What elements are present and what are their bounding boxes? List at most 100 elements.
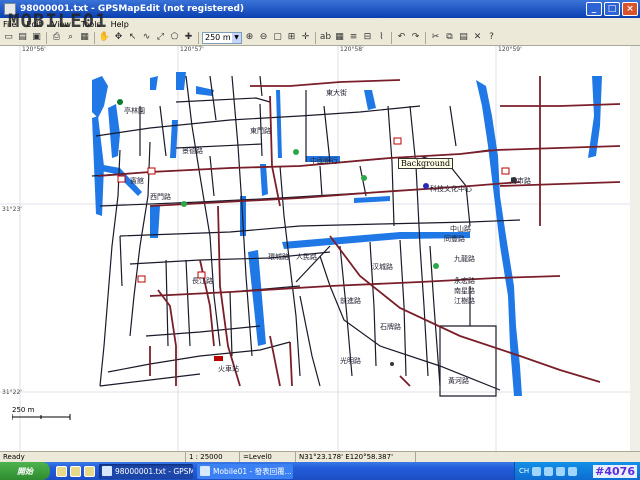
scale-bar-graphic <box>12 414 71 420</box>
print-preview-icon[interactable]: ⌕ <box>64 31 77 44</box>
minimize-button[interactable]: _ <box>586 2 602 16</box>
windows-taskbar: 開始 98000001.txt - GPSM... Mobile01 - 發表回… <box>0 462 640 480</box>
print-icon[interactable]: ⎙ <box>50 31 63 44</box>
select-arrow-icon[interactable]: ↖ <box>126 31 139 44</box>
polyline-icon[interactable]: ∿ <box>140 31 153 44</box>
map-label: 周市路 <box>510 177 531 185</box>
train-station-label: 火車站 <box>218 365 239 373</box>
toolbar-separator <box>198 31 199 44</box>
latitude-label: 31°23' <box>2 206 22 213</box>
toolbar-separator <box>46 31 47 44</box>
edit-node-icon[interactable]: ⤢ <box>154 31 167 44</box>
map-label: 前進路 <box>340 297 361 305</box>
status-ready: Ready <box>0 452 186 462</box>
new-file-icon[interactable]: ▭ <box>2 31 15 44</box>
point-icon[interactable]: ✚ <box>182 31 195 44</box>
save-icon[interactable]: ▣ <box>30 31 43 44</box>
map-graphics <box>0 46 630 451</box>
taskbar-task-gpsmapedit[interactable]: 98000001.txt - GPSM... <box>99 463 193 479</box>
map-label: 賓館 <box>130 177 144 185</box>
maximize-button[interactable]: □ <box>604 2 620 16</box>
map-canvas[interactable]: 120°56' 120°57' 120°58' 120°59' 31°23' 3… <box>0 46 640 451</box>
map-label: 中山路 <box>450 225 471 233</box>
properties-icon[interactable]: ▦ <box>78 31 91 44</box>
delete-icon[interactable]: ✕ <box>471 31 484 44</box>
longitude-label: 120°59' <box>498 46 522 53</box>
quick-launch-icon[interactable] <box>56 465 67 477</box>
map-label: 東門路 <box>250 127 271 135</box>
scale-bar: 250 m <box>12 406 72 420</box>
language-indicator[interactable]: CH <box>519 467 529 475</box>
taskbar-task-mobile01[interactable]: Mobile01 - 發表回覆... <box>197 463 293 479</box>
map-label: 黃河路 <box>448 377 469 385</box>
status-bar: Ready 1 : 25000 =Level0 N31°23.178' E120… <box>0 451 640 462</box>
start-button[interactable]: 開始 <box>0 462 50 480</box>
layers-icon[interactable]: ≡ <box>347 31 360 44</box>
tray-icon[interactable] <box>544 466 554 476</box>
map-label: 景德路 <box>182 147 203 155</box>
map-label: 人民路 <box>296 253 317 261</box>
scale-bar-label: 250 m <box>12 406 35 414</box>
zoom-in-icon[interactable]: ⊕ <box>243 31 256 44</box>
open-folder-icon[interactable]: ▤ <box>16 31 29 44</box>
toolbar-separator <box>391 31 392 44</box>
map-label: 環城路 <box>268 253 289 261</box>
background-label[interactable]: Background <box>398 158 454 169</box>
zoom-rect-icon[interactable]: ⊞ <box>285 31 298 44</box>
vertical-scrollbar[interactable] <box>630 46 640 451</box>
status-scale: 1 : 25000 <box>186 452 240 462</box>
paste-icon[interactable]: ▤ <box>457 31 470 44</box>
map-label: 科技文化中心 <box>430 185 472 193</box>
toolbar: ▭ ▤ ▣ ⎙ ⌕ ▦ ✋ ✥ ↖ ∿ ⤢ ⬠ ✚ 250 m ▼ ⊕ ⊖ ▢ ⊞… <box>0 30 640 46</box>
quick-launch-icon[interactable] <box>84 465 95 477</box>
menu-help[interactable]: Help <box>111 20 129 29</box>
quick-launch <box>56 465 95 477</box>
redo-icon[interactable]: ↷ <box>409 31 422 44</box>
undo-icon[interactable]: ↶ <box>395 31 408 44</box>
system-tray: CH #4076 <box>514 462 640 480</box>
copy-icon[interactable]: ⧉ <box>443 31 456 44</box>
map-label: 東大街 <box>326 89 347 97</box>
map-label: 石牌路 <box>380 323 401 331</box>
longitude-label: 120°57' <box>180 46 204 53</box>
quick-launch-icon[interactable] <box>70 465 81 477</box>
toolbar-separator <box>94 31 95 44</box>
pan-icon[interactable]: ✥ <box>112 31 125 44</box>
map-label: 同豐路 <box>444 235 465 243</box>
tray-icon[interactable] <box>532 466 542 476</box>
map-label: 汉城路 <box>372 263 393 271</box>
map-label: 永宏路 <box>454 277 475 285</box>
zoom-scale-value: 250 m <box>205 32 231 42</box>
mobile01-watermark: MOBILE01 <box>8 10 108 32</box>
latitude-label: 31°22' <box>2 389 22 396</box>
zoom-out-icon[interactable]: ⊖ <box>257 31 270 44</box>
longitude-label: 120°58' <box>340 46 364 53</box>
status-level: =Level0 <box>240 452 296 462</box>
grid-icon[interactable]: ▦ <box>333 31 346 44</box>
map-label: 南星路 <box>454 287 475 295</box>
zoom-fit-icon[interactable]: ▢ <box>271 31 284 44</box>
toolbar-separator <box>425 31 426 44</box>
map-label: 光明路 <box>340 357 361 365</box>
map-label: 九龍路 <box>454 255 475 263</box>
crosshair-icon[interactable]: ✛ <box>299 31 312 44</box>
ruler-icon[interactable]: ⊟ <box>361 31 374 44</box>
close-button[interactable]: × <box>622 2 638 16</box>
hand-icon[interactable]: ✋ <box>98 31 111 44</box>
tray-icon[interactable] <box>556 466 566 476</box>
tray-icon[interactable] <box>568 466 578 476</box>
polygon-icon[interactable]: ⬠ <box>168 31 181 44</box>
longitude-label: 120°56' <box>22 46 46 53</box>
map-label: 亭林園 <box>124 107 145 115</box>
map-label: 中國銀行 <box>310 157 338 165</box>
toolbar-separator <box>315 31 316 44</box>
chevron-down-icon: ▼ <box>232 32 241 43</box>
cut-icon[interactable]: ✂ <box>429 31 442 44</box>
help-icon[interactable]: ? <box>485 31 498 44</box>
attach-icon[interactable]: ⌇ <box>375 31 388 44</box>
status-position: N31°23.178' E120°58.387' <box>296 452 416 462</box>
zoom-scale-select[interactable]: 250 m ▼ <box>202 31 242 44</box>
map-label: 江樹路 <box>454 297 475 305</box>
map-label: 長江路 <box>192 277 213 285</box>
label-icon[interactable]: ab <box>319 31 332 44</box>
